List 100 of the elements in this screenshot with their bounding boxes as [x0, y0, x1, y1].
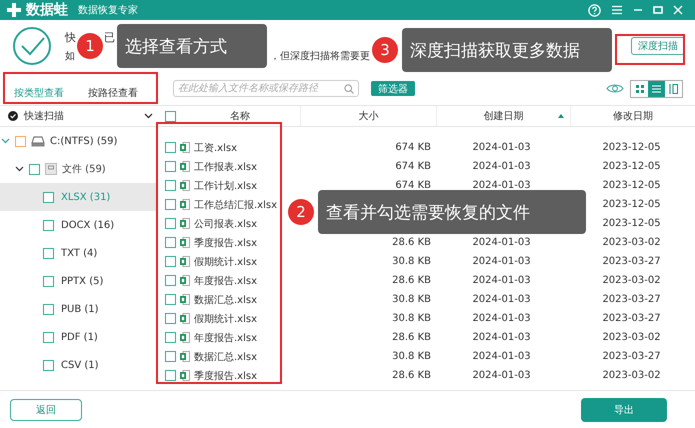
created-date: 2024-01-03	[472, 180, 531, 191]
modified-date: 2023-12-05	[602, 180, 661, 191]
spreadsheet-icon	[180, 313, 190, 324]
eye-icon[interactable]	[606, 83, 624, 94]
spreadsheet-icon	[180, 142, 190, 153]
status-title: 快	[65, 30, 76, 44]
search-icon[interactable]	[344, 84, 354, 94]
modified-date: 2023-03-27	[602, 351, 661, 362]
callout-text: 查看并勾选需要恢复的文件	[318, 190, 586, 234]
column-header[interactable]: 修改日期	[570, 106, 695, 126]
created-date: 2024-01-03	[472, 237, 531, 248]
checkbox[interactable]	[43, 276, 54, 286]
file-name: 季度报告.xlsx	[194, 370, 258, 382]
chevron-down-icon[interactable]	[144, 113, 153, 119]
tree-item[interactable]: PUB (1)	[0, 295, 157, 323]
row-checkbox[interactable]	[165, 294, 176, 305]
file-size: 30.8 KB	[392, 294, 431, 305]
row-checkbox[interactable]	[165, 237, 176, 248]
tree-item[interactable]: DOCX (16)	[0, 211, 157, 239]
help-icon[interactable]	[588, 4, 601, 16]
row-checkbox[interactable]	[165, 256, 176, 267]
step-number-badge: 3	[372, 37, 398, 63]
checkbox[interactable]	[43, 220, 54, 230]
checkbox[interactable]	[43, 304, 54, 314]
file-size: 30.8 KB	[392, 256, 431, 267]
file-size: 674 KB	[395, 142, 431, 153]
close-icon[interactable]	[673, 5, 683, 15]
view-tab[interactable]: 按路径查看	[88, 72, 138, 105]
column-title: 大小	[358, 110, 378, 123]
checkbox[interactable]	[43, 192, 54, 202]
tree-item[interactable]: PPTX (5)	[0, 267, 157, 295]
deep-scan-button[interactable]: 深度扫描	[631, 37, 685, 55]
column-header[interactable]: 大小	[300, 106, 436, 126]
file-name: 数据汇总.xlsx	[194, 350, 258, 364]
check-circle-icon	[12, 26, 52, 66]
file-name: 年度报告.xlsx	[194, 332, 258, 344]
modified-date: 2023-03-02	[602, 332, 661, 343]
view-tab[interactable]: 按类型查看	[14, 72, 64, 105]
status-title: 已	[104, 30, 115, 44]
spreadsheet-icon	[180, 275, 190, 286]
tree-item[interactable]: C:(NTFS) (59)	[0, 127, 157, 155]
created-date: 2024-01-03	[472, 370, 531, 381]
row-checkbox[interactable]	[165, 180, 176, 191]
row-checkbox[interactable]	[165, 275, 176, 286]
maximize-icon[interactable]	[653, 5, 663, 15]
modified-date: 2023-03-27	[602, 313, 661, 324]
tree-label: CSV (1)	[61, 360, 99, 370]
spreadsheet-icon	[180, 218, 190, 229]
checkbox[interactable]	[43, 248, 54, 258]
modified-date: 2023-03-02	[602, 275, 661, 286]
modified-date: 2023-03-02	[602, 370, 661, 381]
row-checkbox[interactable]	[165, 332, 176, 343]
row-checkbox[interactable]	[165, 218, 176, 229]
column-header[interactable]: 创建日期	[436, 106, 570, 126]
checkbox[interactable]	[43, 360, 54, 370]
row-checkbox[interactable]	[165, 199, 176, 210]
tree-label: 文件 (59)	[62, 162, 106, 176]
checkbox[interactable]	[29, 164, 40, 174]
scan-mode-label: 快速扫描	[24, 110, 64, 123]
chevron-down-icon[interactable]	[14, 166, 24, 172]
export-button[interactable]: 导出	[581, 398, 667, 422]
tree-item[interactable]: 文件 (59)	[0, 155, 157, 183]
callout-text: 深度扫描获取更多数据	[402, 28, 612, 72]
column-header[interactable]: 名称	[180, 106, 300, 126]
checkbox[interactable]	[15, 136, 26, 146]
row-checkbox[interactable]	[165, 370, 176, 381]
file-name: 假期统计.xlsx	[194, 256, 258, 268]
created-date: 2024-01-03	[472, 313, 531, 324]
row-checkbox[interactable]	[165, 313, 176, 324]
row-checkbox[interactable]	[165, 161, 176, 172]
folder-icon	[45, 163, 57, 175]
file-name: 数据汇总.xlsx	[194, 294, 258, 306]
row-checkbox[interactable]	[165, 351, 176, 362]
tree-item[interactable]: PDF (1)	[0, 323, 157, 351]
spreadsheet-icon	[180, 180, 190, 191]
back-button[interactable]: 返回	[10, 398, 82, 420]
drive-icon	[31, 136, 45, 146]
file-name: 工作计划.xlsx	[194, 180, 258, 192]
highlight-frame	[615, 34, 685, 65]
file-name: 假期统计.xlsx	[194, 312, 258, 326]
checkbox[interactable]	[43, 332, 54, 342]
spreadsheet-icon	[180, 237, 190, 248]
filter-button[interactable]: 筛选器	[371, 81, 415, 96]
check-circle-icon	[8, 111, 18, 121]
file-name: 工资.xlsx	[194, 142, 238, 154]
spreadsheet-icon	[180, 332, 190, 343]
tree-item[interactable]: CSV (1)	[0, 351, 157, 379]
columns-icon	[669, 84, 678, 94]
menu-icon[interactable]	[611, 4, 623, 16]
modified-date: 2023-03-27	[602, 256, 661, 267]
created-date: 2024-01-03	[472, 332, 531, 343]
row-checkbox[interactable]	[165, 142, 176, 153]
created-date: 2024-01-03	[472, 294, 531, 305]
view-mode-button[interactable]	[648, 80, 665, 96]
select-all-checkbox[interactable]	[165, 110, 176, 122]
status-hint: 如	[65, 50, 75, 62]
file-name: 公司报表.xlsx	[194, 218, 258, 230]
file-name: 季度报告.xlsx	[194, 236, 258, 250]
tree-item[interactable]: TXT (4)	[0, 239, 157, 267]
created-date: 2024-01-03	[472, 275, 531, 286]
